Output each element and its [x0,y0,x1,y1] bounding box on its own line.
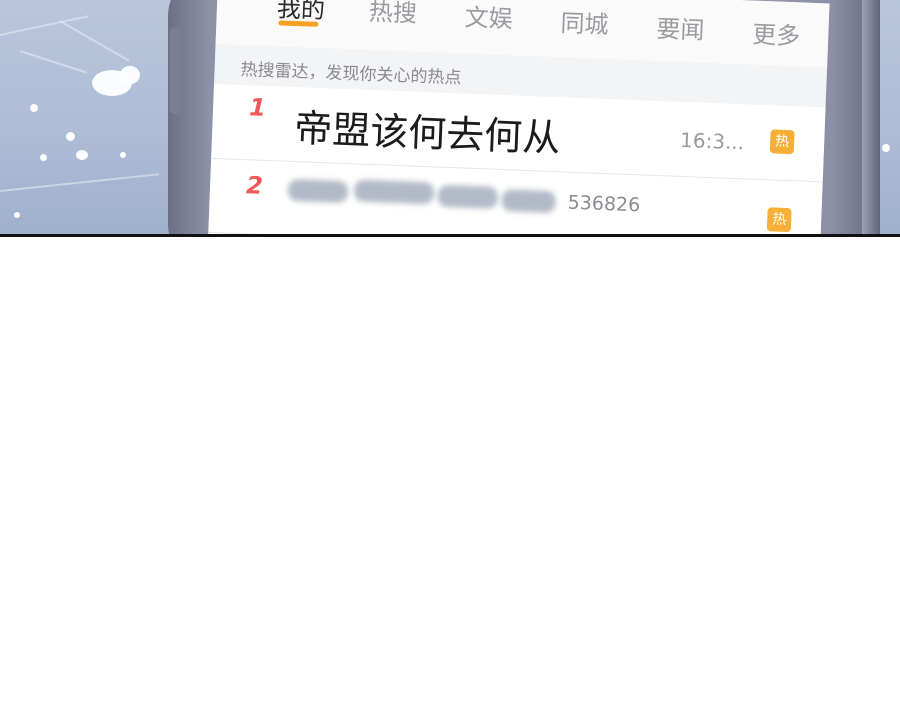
hot-badge-icon: 热 [769,129,795,155]
hot-topic-meta: 536826 [567,191,641,217]
phone-edge [862,0,880,236]
comic-panel: 我的 热搜 文娱 同城 要闻 更多 热搜雷达，发现你关心的热点 1 帝盟该何去何… [0,0,900,236]
phone-screen: 我的 热搜 文娱 同城 要闻 更多 热搜雷达，发现你关心的热点 1 帝盟该何去何… [208,0,830,236]
texture-line [59,20,130,62]
hot-topic-title[interactable]: 帝盟该何去何从 [293,97,562,162]
tab-news[interactable]: 要闻 [656,9,705,46]
hot-radar-caption: 热搜雷达，发现你关心的热点 [240,59,462,89]
phone-side-button [170,28,180,114]
hot-search-list: 1 帝盟该何去何从 16:3... 热 2 536826 热 [208,83,826,236]
active-tab-indicator [278,20,319,27]
texture-line [0,173,160,192]
snow-flake [30,104,38,112]
tab-local[interactable]: 同城 [560,3,609,40]
snow-flake [40,154,47,161]
tab-hot-search[interactable]: 热搜 [368,0,417,29]
snow-flake [76,150,88,160]
tab-entertainment[interactable]: 文娱 [464,0,513,34]
blank-page-area [0,237,900,702]
blurred-topic-title[interactable] [287,175,558,215]
rank-number: 2 [245,171,264,200]
snow-flake [120,152,126,158]
rank-number: 1 [248,93,267,122]
snow-flake [14,212,20,218]
texture-line [0,15,89,36]
texture-line [19,50,87,74]
hot-badge-icon: 热 [766,207,792,233]
snow-flake [120,66,140,84]
snow-flake [66,132,75,141]
snow-flake [882,144,890,152]
tab-more[interactable]: 更多 [752,15,801,52]
hot-topic-meta: 16:3... [679,127,745,155]
